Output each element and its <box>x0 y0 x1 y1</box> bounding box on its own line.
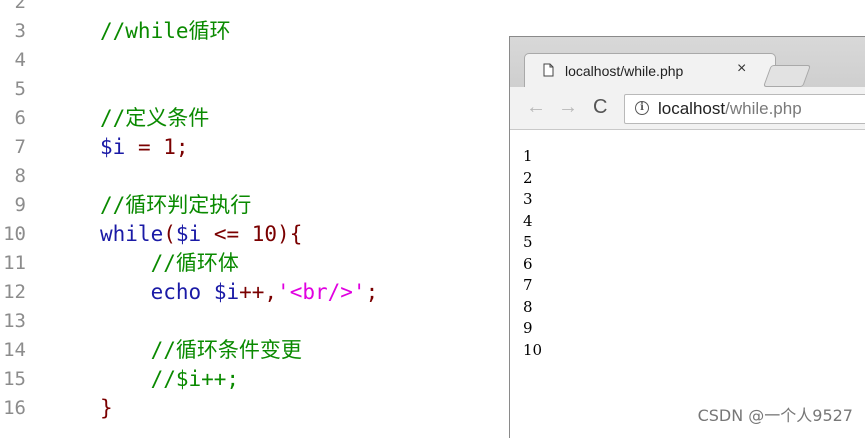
code-line[interactable]: //定义条件 <box>100 104 209 133</box>
line-number: 13 <box>3 310 26 332</box>
code-token: = <box>125 135 164 159</box>
code-token: ; <box>365 280 379 304</box>
browser-toolbar: ← → C i localhost/while.php <box>510 87 865 130</box>
output-line: 4 <box>523 211 533 230</box>
code-token: $i <box>175 222 202 246</box>
tab-title: localhost/while.php <box>565 63 684 79</box>
code-line[interactable]: //$i++; <box>100 365 240 394</box>
code-line[interactable]: $i = 1; <box>100 133 189 162</box>
line-number: 7 <box>14 136 26 158</box>
watermark: CSDN @一个人9527 <box>697 406 853 425</box>
output-line: 5 <box>523 233 533 251</box>
output-line: 2 <box>523 168 533 187</box>
code-token: while <box>100 222 164 246</box>
line-number: 9 <box>14 194 26 216</box>
output-line: 6 <box>523 254 533 273</box>
browser-tab[interactable]: localhost/while.php × <box>524 53 776 88</box>
line-number: 8 <box>14 165 26 187</box>
code-token: //循环体 <box>150 251 239 275</box>
code-token: echo <box>150 280 202 304</box>
code-token: } <box>100 396 113 420</box>
line-number: 12 <box>3 281 26 303</box>
close-tab-icon[interactable]: × <box>737 60 746 78</box>
code-line[interactable]: //循环条件变更 <box>100 336 302 365</box>
code-token: //$i++; <box>150 367 240 391</box>
code-token: ){ <box>277 222 303 246</box>
browser-window: localhost/while.php × ← → C i localhost/… <box>509 36 865 440</box>
reload-icon[interactable]: C <box>593 96 607 119</box>
code-token: 10 <box>251 222 278 246</box>
line-number: 2 <box>14 0 26 13</box>
code-editor[interactable]: 2 3 //while循环 4 5 6 //定义条件 7 $i = 1; 8 9 //循环判定执行 10… <box>0 0 510 434</box>
output-line: 3 <box>523 190 533 208</box>
line-number: 4 <box>14 49 26 71</box>
code-line[interactable]: } <box>100 394 113 423</box>
url-text: localhost/while.php <box>658 99 802 119</box>
code-token: ( <box>163 222 176 246</box>
code-token: ++, <box>239 280 278 304</box>
code-token: $i <box>100 135 126 159</box>
output-line: 7 <box>523 276 533 294</box>
code-token: //while循环 <box>100 19 231 43</box>
page-content: 1 2 3 4 5 6 7 8 9 10 <box>510 130 865 440</box>
line-number: 6 <box>14 107 26 129</box>
code-token: 1 <box>163 135 176 159</box>
new-tab-button[interactable] <box>762 65 812 87</box>
code-line[interactable]: //while循环 <box>100 17 231 46</box>
line-number: 3 <box>14 20 26 42</box>
code-line[interactable]: //循环判定执行 <box>100 191 251 220</box>
address-bar[interactable]: i localhost/while.php <box>624 94 865 124</box>
code-line[interactable]: //循环体 <box>100 249 239 278</box>
code-token: '<br/>' <box>277 280 366 304</box>
code-line[interactable]: echo $i++,'<br/>'; <box>100 278 379 307</box>
code-token: //循环判定执行 <box>100 193 252 217</box>
back-arrow-icon[interactable]: ← <box>526 96 546 119</box>
line-number: 16 <box>3 397 26 419</box>
line-number: 10 <box>3 223 26 245</box>
info-icon[interactable]: i <box>635 101 649 115</box>
code-token: //循环条件变更 <box>150 338 302 362</box>
url-path: /while.php <box>725 99 802 118</box>
line-number: 11 <box>3 252 26 274</box>
output-line: 9 <box>523 319 533 337</box>
code-token: $i <box>213 280 240 304</box>
code-token: <= <box>201 222 252 246</box>
output-line: 10 <box>523 340 543 359</box>
forward-arrow-icon[interactable]: → <box>558 96 578 119</box>
code-line[interactable]: while($i <= 10){ <box>100 220 302 249</box>
line-number: 5 <box>14 78 26 100</box>
document-icon <box>543 63 554 77</box>
line-number: 14 <box>3 339 26 361</box>
tab-strip: localhost/while.php × <box>510 37 865 88</box>
code-token: ; <box>175 135 189 159</box>
output-line: 1 <box>523 147 533 165</box>
output-line: 8 <box>523 297 533 316</box>
code-token: //定义条件 <box>100 106 210 130</box>
url-host: localhost <box>658 99 726 118</box>
line-number: 15 <box>3 368 26 390</box>
